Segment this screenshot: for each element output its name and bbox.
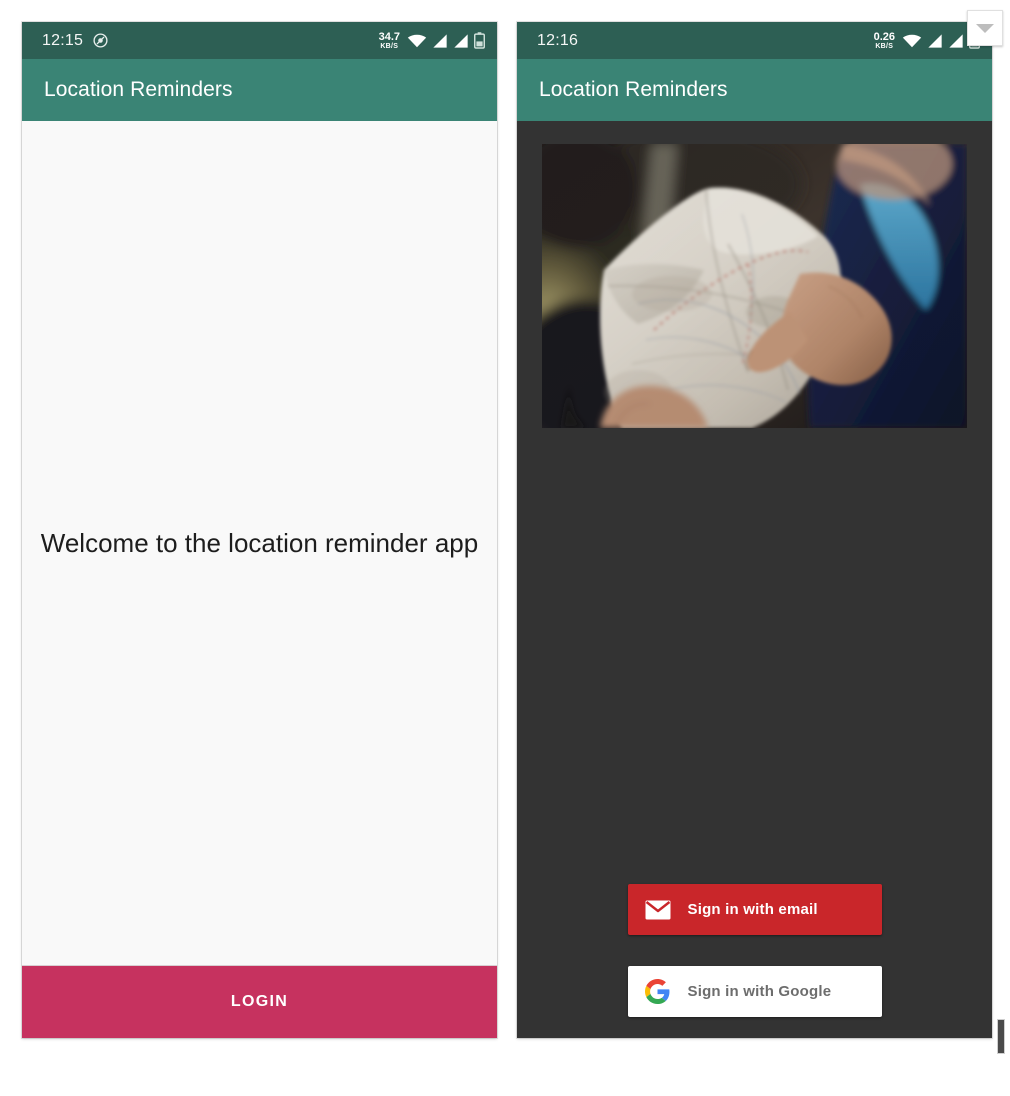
app-bar-title: Location Reminders bbox=[539, 78, 728, 101]
signal-icon bbox=[948, 33, 964, 49]
sign-in-with-google-label: Sign in with Google bbox=[687, 983, 832, 1000]
signal-icon bbox=[927, 33, 943, 49]
screenshot-stage: 12:15 34.7 KB/S Location Reminders Welco… bbox=[0, 0, 1010, 1096]
sign-in-with-google-button[interactable]: Sign in with Google bbox=[627, 966, 882, 1017]
network-speed-indicator: 0.26 KB/S bbox=[873, 30, 895, 50]
auth-content: Sign in with email Sign in with Google bbox=[517, 121, 992, 1038]
phone-screenshot-welcome: 12:15 34.7 KB/S Location Reminders Welco… bbox=[22, 22, 497, 1038]
dropdown-chip[interactable] bbox=[967, 10, 1003, 46]
sign-in-with-email-label: Sign in with email bbox=[687, 901, 818, 918]
status-bar-right: 34.7 KB/S bbox=[378, 30, 485, 50]
welcome-text-wrapper: Welcome to the location reminder app bbox=[22, 121, 497, 965]
status-bar: 12:16 0.26 KB/S bbox=[517, 22, 992, 59]
signal-icon bbox=[453, 33, 469, 49]
status-bar-left: 12:15 bbox=[42, 32, 109, 50]
welcome-message: Welcome to the location reminder app bbox=[40, 527, 479, 558]
signal-icon bbox=[432, 33, 448, 49]
vertical-scrollbar[interactable] bbox=[997, 1019, 1005, 1054]
app-bar: Location Reminders bbox=[517, 59, 992, 121]
phone-screenshot-auth: 12:16 0.26 KB/S Location Reminders Sign … bbox=[517, 22, 992, 1038]
welcome-content: Welcome to the location reminder app LOG… bbox=[22, 121, 497, 1038]
status-bar: 12:15 34.7 KB/S bbox=[22, 22, 497, 59]
status-clock: 12:15 bbox=[42, 31, 84, 49]
login-button[interactable]: LOGIN bbox=[22, 965, 497, 1038]
network-speed-value: 34.7 bbox=[378, 30, 400, 43]
wifi-icon bbox=[902, 33, 922, 49]
gps-icon bbox=[92, 32, 109, 49]
status-clock: 12:16 bbox=[537, 31, 579, 49]
hero-image bbox=[542, 144, 967, 428]
wifi-icon bbox=[407, 33, 427, 49]
sign-in-with-email-button[interactable]: Sign in with email bbox=[627, 884, 882, 935]
app-bar: Location Reminders bbox=[22, 59, 497, 121]
chevron-down-icon bbox=[976, 23, 994, 33]
status-bar-left: 12:16 bbox=[537, 32, 578, 50]
network-speed-value: 0.26 bbox=[873, 30, 895, 43]
app-bar-title: Location Reminders bbox=[44, 78, 233, 101]
auth-button-group: Sign in with email Sign in with Google bbox=[517, 884, 992, 1017]
network-speed-indicator: 34.7 KB/S bbox=[378, 30, 400, 50]
status-bar-right: 0.26 KB/S bbox=[873, 30, 980, 50]
google-g-icon bbox=[628, 979, 688, 1004]
network-speed-unit: KB/S bbox=[380, 42, 399, 50]
envelope-icon bbox=[628, 900, 688, 920]
network-speed-unit: KB/S bbox=[875, 42, 894, 50]
battery-icon bbox=[474, 32, 485, 49]
